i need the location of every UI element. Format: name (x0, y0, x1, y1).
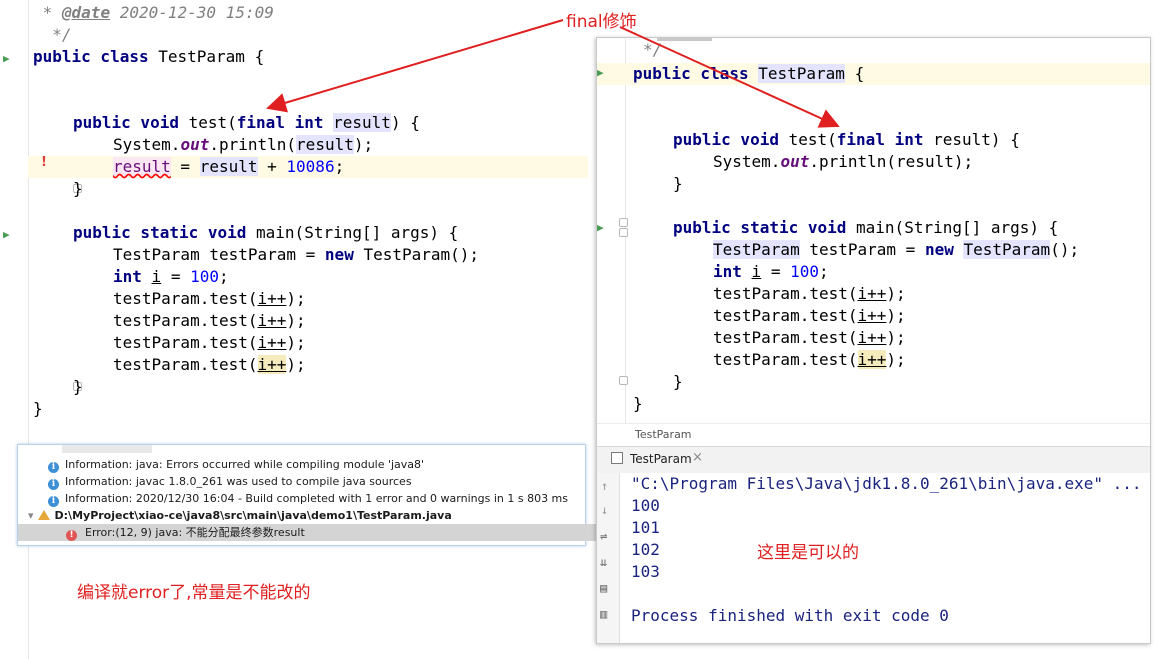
test-call-line: testParam.test(i++); (113, 311, 306, 330)
info-icon: i (48, 462, 59, 473)
comment-close-line: */ (33, 25, 72, 44)
compile-error-annotation: 编译就error了,常量是不能改的 (77, 583, 311, 603)
console-line: 100 (631, 496, 660, 515)
error-marker-icon[interactable]: ! (41, 155, 47, 170)
java-file-icon (37, 510, 50, 520)
build-file-row[interactable]: ▾ D:\MyProject\xiao-ce\java8\src\main\jav… (18, 507, 595, 524)
left-editor-gutter (0, 0, 29, 659)
chevron-down-icon[interactable]: ▾ (28, 509, 34, 522)
new-instance-line: TestParam testParam = new TestParam(); (713, 240, 1080, 259)
int-declaration-line: int i = 100; (113, 267, 229, 286)
breadcrumb[interactable]: TestParam (597, 423, 1150, 446)
error-icon: ! (66, 530, 77, 541)
build-messages-panel: i Information: java: Errors occurred whil… (17, 444, 633, 546)
run-main-icon[interactable]: ▶ (597, 221, 604, 234)
test-call-line: testParam.test(i++); (713, 350, 906, 369)
close-icon[interactable]: × (692, 450, 703, 465)
build-info-row[interactable]: i Information: javac 1.8.0_261 was used t… (18, 473, 615, 490)
fold-icon[interactable] (619, 376, 628, 385)
console-toolbar: ↑ ↓ ⇌ ⇊ ▤ ▥ (597, 473, 620, 643)
run-main-icon[interactable]: ▶ (3, 228, 10, 241)
info-icon: i (48, 496, 59, 507)
run-console[interactable]: ↑ ↓ ⇌ ⇊ ▤ ▥ "C:\Program Files\Java\jdk1.… (597, 473, 1150, 643)
test-method-signature: public void test(final int result) { (673, 130, 1020, 149)
run-tool-bar: TestParam × (597, 446, 1150, 474)
console-line: Process finished with exit code 0 (631, 606, 949, 625)
run-config-icon (611, 452, 623, 464)
comment-date-line: * @date 2020-12-30 15:09 (33, 3, 274, 22)
class-declaration: public class TestParam { (33, 47, 265, 66)
build-panel-tab[interactable] (62, 445, 152, 453)
test-call-line: testParam.test(i++); (113, 333, 306, 352)
scroll-to-end-icon[interactable]: ⇊ (600, 555, 607, 569)
main-method-close-brace: } (673, 372, 683, 391)
final-annotation-label: final修饰 (566, 12, 637, 32)
test-method-signature: public void test(final int result) { (73, 113, 420, 132)
trash-icon[interactable]: ▥ (600, 607, 607, 621)
fold-icon[interactable] (619, 228, 628, 237)
test-call-line: testParam.test(i++); (713, 306, 906, 325)
info-icon: i (48, 479, 59, 490)
print-icon[interactable]: ▤ (600, 581, 607, 595)
test-call-line: testParam.test(i++); (713, 284, 906, 303)
main-method-close-brace: } (73, 377, 83, 396)
arrow-to-left-final (266, 19, 564, 113)
console-line: 103 (631, 562, 660, 581)
test-call-line: testParam.test(i++); (113, 355, 306, 374)
class-close-brace: } (33, 399, 43, 418)
int-declaration-line: int i = 100; (713, 262, 829, 281)
println-statement: System.out.println(result); (713, 152, 974, 171)
println-statement: System.out.println(result); (113, 135, 374, 154)
fold-icon[interactable] (619, 218, 628, 227)
test-call-line: testParam.test(i++); (113, 289, 306, 308)
main-method-signature: public static void main(String[] args) { (73, 223, 459, 242)
console-line: "C:\Program Files\Java\jdk1.8.0_261\bin\… (631, 474, 1142, 493)
error-assignment-statement: result = result + 10086; (113, 157, 345, 176)
new-instance-line: TestParam testParam = new TestParam(); (113, 245, 480, 264)
build-error-row[interactable]: ! Error:(12, 9) java: 不能分配最终参数result (18, 524, 633, 541)
test-method-close-brace: } (673, 174, 683, 193)
run-class-icon[interactable]: ▶ (3, 52, 10, 65)
console-line: 101 (631, 518, 660, 537)
build-info-row[interactable]: i Information: 2020/12/30 16:04 - Build c… (18, 490, 615, 507)
ok-annotation: 这里是可以的 (757, 543, 859, 563)
arrow-down-icon[interactable]: ↓ (601, 503, 608, 517)
run-class-icon[interactable]: ▶ (597, 66, 604, 79)
test-call-line: testParam.test(i++); (713, 328, 906, 347)
comment-close-line: */ (643, 40, 663, 59)
main-method-signature: public static void main(String[] args) { (673, 218, 1059, 237)
class-close-brace: } (633, 394, 643, 413)
class-declaration: public class TestParam { (633, 64, 865, 83)
tab-run-testparam[interactable]: TestParam (630, 452, 692, 466)
scroll-fragment (657, 38, 712, 41)
console-line: 102 (631, 540, 660, 559)
arrow-up-icon[interactable]: ↑ (601, 479, 608, 493)
soft-wrap-icon[interactable]: ⇌ (600, 529, 607, 543)
build-info-row[interactable]: i Information: java: Errors occurred whil… (18, 456, 615, 473)
right-editor-window: */ ▶ ▶ public class TestParam { public v… (596, 37, 1151, 644)
test-method-close-brace: } (73, 179, 83, 198)
